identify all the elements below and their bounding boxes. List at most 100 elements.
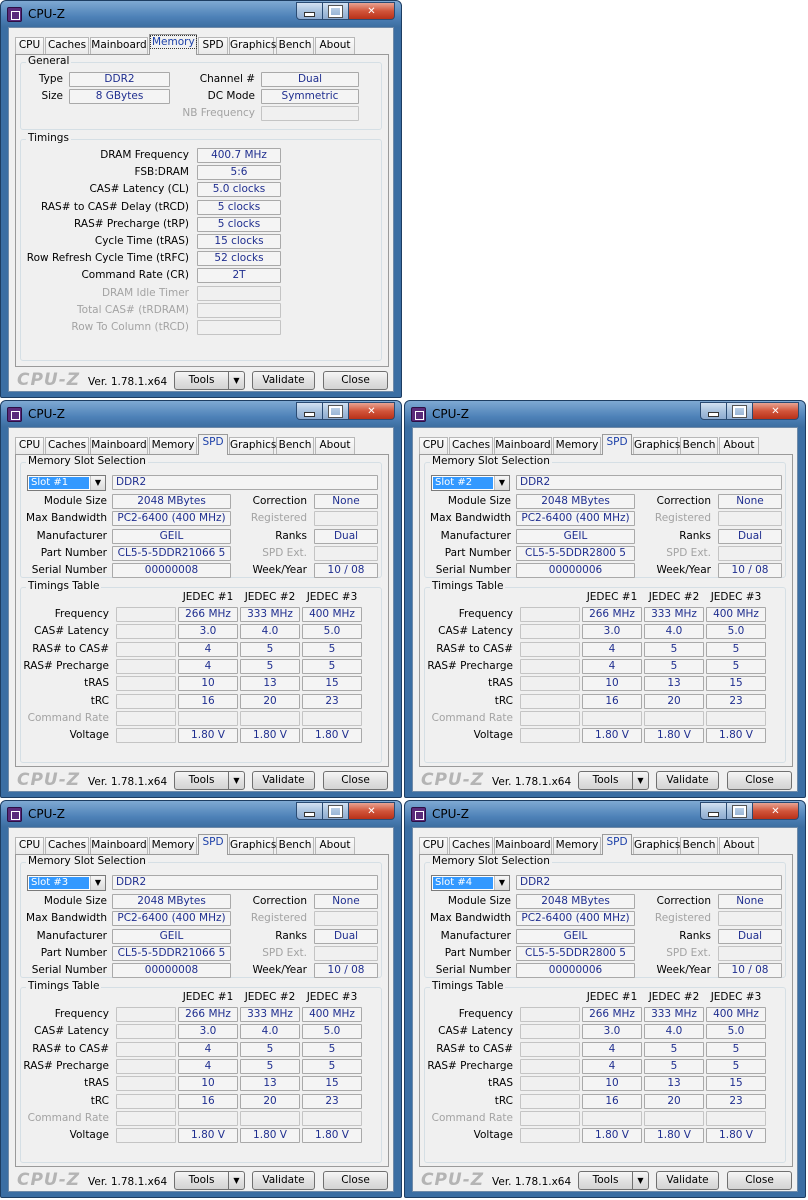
tab-spd[interactable]: SPD xyxy=(602,434,632,455)
cpuz-app-icon[interactable] xyxy=(7,807,22,822)
tab-memory[interactable]: Memory xyxy=(553,437,601,454)
chevron-down-icon[interactable]: ▼ xyxy=(494,476,509,490)
tab-cpu[interactable]: CPU xyxy=(419,837,448,854)
tab-caches[interactable]: Caches xyxy=(45,437,89,454)
minimize-button[interactable] xyxy=(296,402,323,420)
tab-bench[interactable]: Bench xyxy=(276,837,314,854)
timing-value: 15 clocks xyxy=(197,234,281,249)
tools-button[interactable]: Tools xyxy=(174,371,229,390)
tab-spd[interactable]: SPD xyxy=(602,834,632,855)
minimize-button[interactable] xyxy=(700,802,727,820)
close-button[interactable]: Close xyxy=(727,771,792,790)
tab-spd[interactable]: SPD xyxy=(198,434,228,455)
tab-caches[interactable]: Caches xyxy=(449,837,493,854)
maximize-button[interactable] xyxy=(727,402,753,420)
validate-button[interactable]: Validate xyxy=(656,771,719,790)
tab-memory[interactable]: Memory xyxy=(149,437,197,454)
tab-about[interactable]: About xyxy=(719,437,759,454)
tab-caches[interactable]: Caches xyxy=(45,37,89,54)
close-button[interactable]: Close xyxy=(323,1171,388,1190)
tab-mainboard[interactable]: Mainboard xyxy=(494,837,552,854)
maximize-button[interactable] xyxy=(323,2,349,20)
registered-value xyxy=(314,511,378,527)
tab-spd[interactable]: SPD xyxy=(198,37,228,54)
chevron-down-icon[interactable]: ▼ xyxy=(632,771,649,790)
tab-mainboard[interactable]: Mainboard xyxy=(90,837,148,854)
title-bar[interactable]: CPU-Z ✕ xyxy=(1,401,401,427)
validate-button[interactable]: Validate xyxy=(656,1171,719,1190)
spd-panel: Memory Slot Selection Slot #2 ▼ DDR2 Module … xyxy=(419,454,793,767)
cpuz-app-icon[interactable] xyxy=(7,7,22,22)
close-window-button[interactable]: ✕ xyxy=(349,802,395,820)
cpuz-app-icon[interactable] xyxy=(411,807,426,822)
tools-button[interactable]: Tools xyxy=(174,1171,229,1190)
close-window-button[interactable]: ✕ xyxy=(753,402,799,420)
slot-dropdown[interactable]: Slot #2 ▼ xyxy=(431,475,510,491)
tab-mainboard[interactable]: Mainboard xyxy=(90,437,148,454)
maximize-button[interactable] xyxy=(727,802,753,820)
title-bar[interactable]: CPU-Z ✕ xyxy=(405,801,805,827)
tab-about[interactable]: About xyxy=(315,37,355,54)
chevron-down-icon[interactable]: ▼ xyxy=(228,371,245,390)
title-bar[interactable]: CPU-Z ✕ xyxy=(405,401,805,427)
slot-dropdown[interactable]: Slot #4 ▼ xyxy=(431,875,510,891)
title-bar[interactable]: CPU-Z ✕ xyxy=(1,801,401,827)
validate-button[interactable]: Validate xyxy=(252,371,315,390)
tab-bench[interactable]: Bench xyxy=(680,437,718,454)
close-button[interactable]: Close xyxy=(727,1171,792,1190)
tab-mainboard[interactable]: Mainboard xyxy=(494,437,552,454)
tab-memory[interactable]: Memory xyxy=(149,837,197,854)
tab-cpu[interactable]: CPU xyxy=(15,837,44,854)
serial-number-value: 00000006 xyxy=(516,563,635,579)
close-window-button[interactable]: ✕ xyxy=(753,802,799,820)
tab-caches[interactable]: Caches xyxy=(45,837,89,854)
tools-button[interactable]: Tools xyxy=(578,1171,633,1190)
close-window-button[interactable]: ✕ xyxy=(349,402,395,420)
cpuz-app-icon[interactable] xyxy=(7,407,22,422)
minimize-button[interactable] xyxy=(700,402,727,420)
title-bar[interactable]: CPU-Z ✕ xyxy=(1,1,401,27)
chevron-down-icon[interactable]: ▼ xyxy=(90,876,105,890)
tools-button[interactable]: Tools xyxy=(578,771,633,790)
tab-caches[interactable]: Caches xyxy=(449,437,493,454)
minimize-button[interactable] xyxy=(296,2,323,20)
chevron-down-icon[interactable]: ▼ xyxy=(494,876,509,890)
tab-spd[interactable]: SPD xyxy=(198,834,228,855)
chevron-down-icon[interactable]: ▼ xyxy=(228,771,245,790)
chevron-down-icon[interactable]: ▼ xyxy=(228,1171,245,1190)
validate-button[interactable]: Validate xyxy=(252,1171,315,1190)
tab-about[interactable]: About xyxy=(315,837,355,854)
tab-graphics[interactable]: Graphics xyxy=(229,837,276,854)
timing-value: 400.7 MHz xyxy=(197,148,281,163)
maximize-button[interactable] xyxy=(323,402,349,420)
slot-dropdown[interactable]: Slot #1 ▼ xyxy=(27,475,106,491)
tab-mainboard[interactable]: Mainboard xyxy=(90,37,148,54)
maximize-button[interactable] xyxy=(323,802,349,820)
tab-bench[interactable]: Bench xyxy=(680,837,718,854)
tab-memory[interactable]: Memory xyxy=(553,837,601,854)
timing-cell: 16 xyxy=(582,1093,642,1109)
slot-dropdown[interactable]: Slot #3 ▼ xyxy=(27,875,106,891)
tab-graphics[interactable]: Graphics xyxy=(633,837,680,854)
close-window-button[interactable]: ✕ xyxy=(349,2,395,20)
cpuz-app-icon[interactable] xyxy=(411,407,426,422)
tab-about[interactable]: About xyxy=(315,437,355,454)
tab-memory[interactable]: Memory xyxy=(149,34,197,55)
tab-bench[interactable]: Bench xyxy=(276,37,314,54)
close-button[interactable]: Close xyxy=(323,371,388,390)
minimize-button[interactable] xyxy=(296,802,323,820)
tab-cpu[interactable]: CPU xyxy=(419,437,448,454)
tab-graphics[interactable]: Graphics xyxy=(229,37,276,54)
tools-button[interactable]: Tools xyxy=(174,771,229,790)
version-label: Ver. 1.78.1.x64 xyxy=(88,776,168,788)
tab-bench[interactable]: Bench xyxy=(276,437,314,454)
tab-about[interactable]: About xyxy=(719,837,759,854)
tab-graphics[interactable]: Graphics xyxy=(229,437,276,454)
chevron-down-icon[interactable]: ▼ xyxy=(632,1171,649,1190)
tab-cpu[interactable]: CPU xyxy=(15,37,44,54)
chevron-down-icon[interactable]: ▼ xyxy=(90,476,105,490)
tab-cpu[interactable]: CPU xyxy=(15,437,44,454)
tab-graphics[interactable]: Graphics xyxy=(633,437,680,454)
close-button[interactable]: Close xyxy=(323,771,388,790)
validate-button[interactable]: Validate xyxy=(252,771,315,790)
